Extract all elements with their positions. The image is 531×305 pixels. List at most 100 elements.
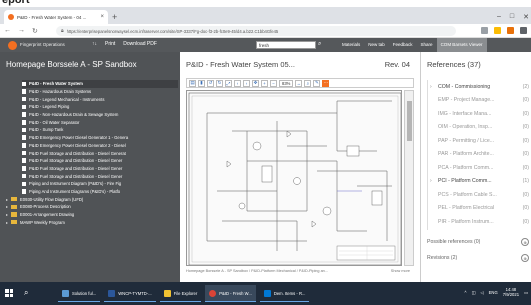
- windows-start-icon[interactable]: [5, 289, 13, 297]
- tree-item[interactable]: P&ID - Legend Piping: [22, 103, 178, 111]
- annotate-icon[interactable]: ✎: [313, 79, 321, 87]
- previous-page-icon[interactable]: ‹: [234, 79, 241, 87]
- reference-item[interactable]: PCA - Platform Comm... (0): [428, 161, 529, 175]
- tree-folder[interactable]: ▸ MAWP Weekly Program: [6, 218, 178, 226]
- tab-new[interactable]: New tab: [364, 38, 389, 52]
- expand-arrow-icon[interactable]: ▸: [6, 204, 8, 209]
- minimize-icon[interactable]: –: [497, 13, 501, 21]
- expand-arrow-icon[interactable]: ▸: [6, 197, 8, 202]
- language-indicator[interactable]: ENG: [489, 290, 498, 295]
- browser-tab[interactable]: P&ID - Fresh Water System - 04 ... ×: [4, 10, 108, 24]
- back-icon[interactable]: ←: [4, 27, 11, 35]
- reference-item[interactable]: › COM - Commissioning (2): [428, 80, 529, 94]
- app-logo-icon[interactable]: [8, 41, 17, 50]
- tree-item[interactable]: P&ID - Non-Hazardous Drain & Sewage Syst…: [22, 111, 178, 119]
- more-options-icon[interactable]: ⋯: [322, 79, 330, 87]
- tab-com-viewer[interactable]: COM Barsets Viewer: [436, 38, 487, 52]
- clock[interactable]: 14:48 7/9/2021: [503, 287, 519, 297]
- taskbar-app[interactable]: File Explorer: [159, 285, 202, 302]
- tab-feedback[interactable]: Feedback: [389, 38, 417, 52]
- tree-item[interactable]: P&ID Fuel Storage and Distribution - Die…: [22, 172, 178, 180]
- reference-item[interactable]: PEL - Platform Electrical (0): [428, 202, 529, 216]
- tree-item[interactable]: P&ID Emergency Power Diesel Generator 1 …: [22, 134, 178, 142]
- star-icon[interactable]: [494, 27, 501, 34]
- url-field[interactable]: 🔒︎ https://enterprisepanelsnorwaysel.ecm…: [56, 26, 456, 36]
- breadcrumb[interactable]: Homepage Borssele A - SP Sandbox / P&ID-…: [186, 269, 328, 273]
- reference-item[interactable]: PAR - Platform Archite... (0): [428, 148, 529, 162]
- app-search-input[interactable]: fresh: [256, 41, 316, 49]
- zoom-in-icon[interactable]: +: [261, 79, 268, 87]
- zoom-level-select[interactable]: 83%: [279, 79, 294, 87]
- scrollbar-thumb[interactable]: [407, 101, 412, 141]
- taskbar-app[interactable]: WNCP-TYMTD-...: [104, 285, 156, 302]
- fit-page-icon[interactable]: ⤢: [225, 79, 232, 87]
- reload-icon[interactable]: ↻: [32, 27, 38, 35]
- pan-icon[interactable]: ✥: [252, 79, 259, 87]
- tree-item[interactable]: P&ID - Oil Water Separator: [22, 118, 178, 126]
- expand-arrow-icon[interactable]: ▸: [6, 212, 8, 217]
- tree-item[interactable]: P&ID - Legend Mechanical - Instruments: [22, 95, 178, 103]
- pid-drawing[interactable]: [186, 90, 402, 266]
- tree-folder[interactable]: ▸ E0930-Utility Flow Diagram (UFD): [6, 195, 178, 203]
- bookmark-icon[interactable]: ▮: [198, 79, 205, 87]
- new-tab-icon[interactable]: +: [112, 12, 117, 22]
- chevron-up-icon[interactable]: ^: [464, 290, 466, 295]
- document-icon: [22, 112, 26, 117]
- tree-folder[interactable]: ▸ E0080-Process Description: [6, 203, 178, 211]
- tree-item[interactable]: Piping And Instrument Diagrams (P&ID's) …: [22, 188, 178, 196]
- maximize-icon[interactable]: □: [510, 13, 514, 21]
- taskbar-app[interactable]: Dem. Items - R...: [259, 285, 310, 302]
- close-window-icon[interactable]: ✕: [523, 13, 529, 21]
- tree-item-selected[interactable]: P&ID - Fresh Water System: [22, 80, 178, 88]
- reference-item[interactable]: EMP - Project Manage... (0): [428, 94, 529, 108]
- volume-icon[interactable]: ◁: [480, 290, 483, 295]
- tree-item[interactable]: P&ID Fuel Storage and Distribution - Die…: [22, 157, 178, 165]
- rotate-right-icon[interactable]: ↻: [216, 79, 223, 87]
- close-tab-icon[interactable]: ×: [100, 14, 104, 20]
- thumbnails-icon[interactable]: ▤: [189, 79, 196, 87]
- references-list: › COM - Commissioning (2) EMP - Project Ma…: [427, 80, 529, 230]
- reference-item[interactable]: IMG - Interface Mana... (0): [428, 107, 529, 121]
- expand-arrow-icon[interactable]: ▸: [6, 220, 8, 225]
- taskbar-app[interactable]: Solution ful...: [58, 285, 101, 302]
- tree-item[interactable]: P&ID Fuel Storage and Distribution - Die…: [22, 165, 178, 173]
- search-icon[interactable]: ⌕: [318, 41, 321, 48]
- reference-item[interactable]: PCS - Platform Cable S... (0): [428, 188, 529, 202]
- reference-item[interactable]: PIR - Platform Instrum... (0): [428, 215, 529, 229]
- tab-share[interactable]: Share: [417, 38, 437, 52]
- share-icon[interactable]: [481, 27, 488, 34]
- measure-icon[interactable]: ↔: [295, 79, 303, 87]
- profile-icon[interactable]: [520, 27, 527, 34]
- nav-arrows-icon[interactable]: ↑↓: [92, 41, 97, 47]
- tree-item[interactable]: Piping and Instrument Diagram (P&ID's) -…: [22, 180, 178, 188]
- notifications-icon[interactable]: ▭: [524, 290, 528, 295]
- reference-item[interactable]: OIM - Operation, Insp... (0): [428, 121, 529, 135]
- revisions-row[interactable]: Revisions (2) ⊕: [427, 254, 529, 262]
- extension-icon[interactable]: [507, 27, 514, 34]
- possible-references-row[interactable]: Possible references (0) ⊕: [427, 238, 529, 246]
- reference-item[interactable]: › PCI - Platform Comm... (1): [428, 175, 529, 189]
- expand-revisions-icon[interactable]: ⊕: [521, 254, 529, 262]
- reference-item[interactable]: PAP - Permitting / Lice... (0): [428, 134, 529, 148]
- taskbar-search-icon[interactable]: ⌕: [24, 288, 28, 298]
- forward-icon[interactable]: →: [18, 27, 25, 35]
- rotate-left-icon[interactable]: ↺: [207, 79, 214, 87]
- viewer-scrollbar[interactable]: [404, 90, 414, 266]
- tree-item[interactable]: P&ID - Hazardous Drain Systems: [22, 88, 178, 96]
- next-page-icon[interactable]: ›: [243, 79, 250, 87]
- app-icon: [108, 289, 116, 297]
- tree-folder[interactable]: ▸ E0001-Arrangement Drawing: [6, 211, 178, 219]
- network-icon[interactable]: ◫: [471, 290, 475, 295]
- zoom-out-icon[interactable]: −: [270, 79, 277, 87]
- app-name: Fingerprint Operations: [20, 42, 65, 47]
- tab-materials[interactable]: Materials: [338, 38, 364, 52]
- download-pdf-button[interactable]: Download PDF: [123, 41, 157, 47]
- search-document-icon[interactable]: ⌕: [304, 79, 312, 87]
- expand-possible-icon[interactable]: ⊕: [521, 238, 529, 246]
- taskbar-app-active[interactable]: P&ID - Fresh W...: [205, 285, 256, 302]
- tree-item[interactable]: P&ID Fuel Storage and Distribution - Die…: [22, 149, 178, 157]
- tree-item[interactable]: P&ID Emergency Power Diesel Generator 2 …: [22, 142, 178, 150]
- print-button[interactable]: Print: [105, 41, 115, 47]
- show-more-link[interactable]: Show more: [391, 269, 410, 273]
- tree-item[interactable]: P&ID - Sump Tank: [22, 126, 178, 134]
